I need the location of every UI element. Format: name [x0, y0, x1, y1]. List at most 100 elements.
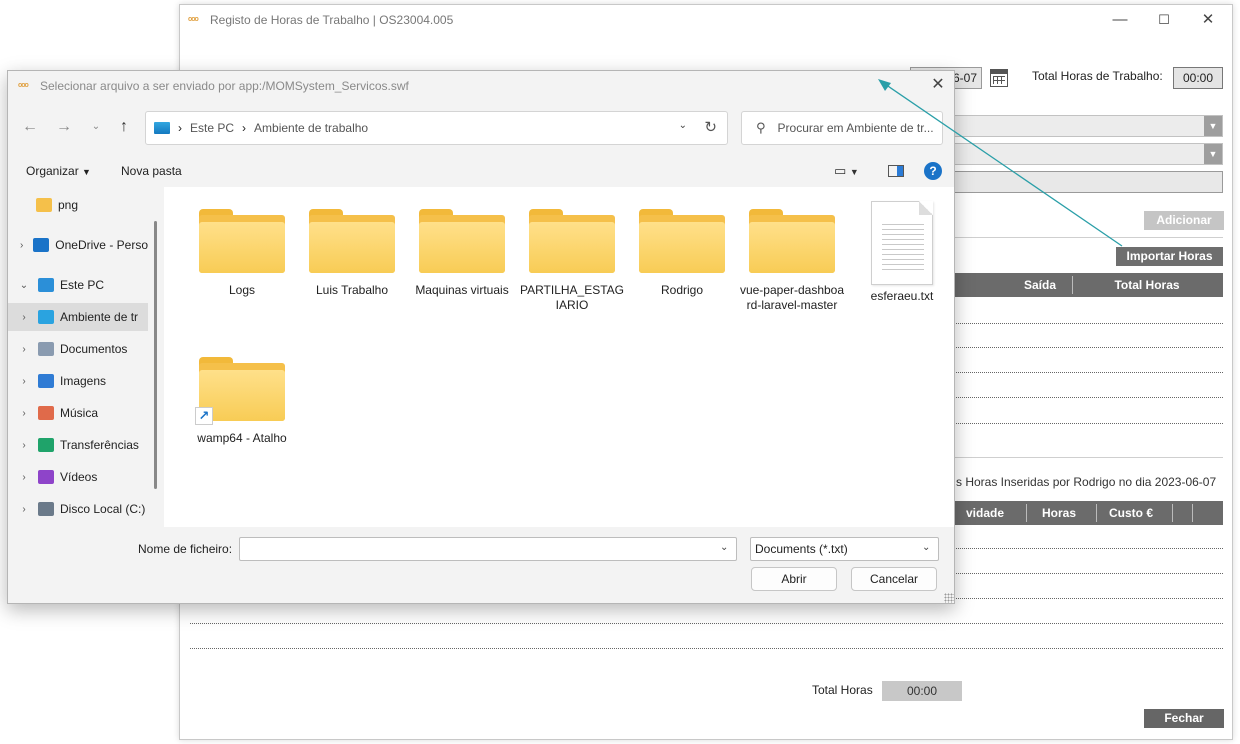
chevron-down-icon[interactable]: ⌄ — [720, 542, 728, 553]
chevron-right-icon[interactable]: › — [16, 312, 32, 323]
chevron-down-icon[interactable]: ▼ — [1204, 144, 1222, 164]
filename-input[interactable] — [239, 537, 737, 561]
nav-item-folder[interactable]: png — [8, 191, 148, 219]
chevron-right-icon[interactable]: › — [16, 504, 32, 515]
breadcrumb-chevron-icon[interactable]: › — [178, 121, 182, 135]
forward-arrow-icon[interactable]: → — [54, 117, 74, 137]
navigation-pane: png › OneDrive - Perso ⌄ Este PC › Ambiente de… — [8, 187, 156, 527]
back-arrow-icon[interactable]: ← — [20, 117, 40, 137]
breadcrumb-ambiente-de-trabalho[interactable]: Ambiente de trabalho — [254, 121, 368, 135]
chevron-down-icon[interactable]: ⌄ — [679, 120, 687, 131]
select-dropdown-2[interactable]: ▼ — [950, 143, 1223, 165]
cloud-icon — [33, 238, 50, 252]
text-field[interactable] — [950, 171, 1223, 193]
drive-icon — [38, 502, 54, 516]
chevron-down-icon[interactable]: ▼ — [1204, 116, 1222, 136]
cancelar-button[interactable]: Cancelar — [851, 567, 937, 591]
file-item-text[interactable]: esferaeu.txt — [849, 201, 954, 304]
chevron-right-icon[interactable]: › — [16, 344, 32, 355]
file-name: Logs — [228, 283, 256, 297]
nav-item-desktop[interactable]: › Ambiente de tr — [8, 303, 148, 331]
help-icon[interactable]: ? — [924, 162, 942, 180]
dialog-toolbar: Organizar ▼ Nova pasta ▭ ▼ ? — [8, 157, 954, 187]
nav-item-image[interactable]: › Imagens — [8, 367, 148, 395]
minimize-button[interactable]: — — [1110, 11, 1130, 29]
maximize-button[interactable]: ☐ — [1154, 11, 1174, 29]
column-header-total-horas: Total Horas — [1114, 278, 1180, 292]
file-item-folder[interactable]: Logs — [189, 205, 295, 298]
nav-item-music[interactable]: › Música — [8, 399, 148, 427]
folder-icon — [36, 198, 52, 212]
close-button[interactable]: ✕ — [1198, 11, 1218, 29]
pc-icon — [154, 122, 170, 134]
fechar-button[interactable]: Fechar — [1144, 709, 1224, 728]
nav-item-label: png — [58, 198, 79, 212]
file-item-folder[interactable]: Rodrigo — [629, 205, 735, 298]
file-name: Luis Trabalho — [315, 283, 389, 297]
nav-item-download[interactable]: › Transferências — [8, 431, 148, 459]
total-horas-value: 00:00 — [882, 681, 962, 701]
preview-pane-icon[interactable] — [888, 165, 904, 177]
folder-icon — [529, 205, 615, 273]
view-options-button[interactable]: ▭ ▼ — [834, 163, 859, 179]
dialog-close-button[interactable]: ✕ — [928, 75, 948, 95]
column-header-atividade: vidade — [965, 506, 1004, 520]
chevron-right-icon[interactable]: › — [16, 440, 32, 451]
caret-down-icon: ▼ — [849, 167, 859, 177]
cost-table-header: vidade Horas Custo € — [950, 501, 1223, 525]
inserted-hours-info: s Horas Inseridas por Rodrigo no dia 202… — [956, 475, 1217, 489]
monitor-icon — [38, 278, 54, 292]
organizar-menu-button[interactable]: Organizar ▼ — [26, 164, 91, 178]
main-window-title: Registo de Horas de Trabalho | OS23004.0… — [210, 13, 454, 27]
nav-item-label: Vídeos — [60, 470, 98, 484]
nav-item-document[interactable]: › Documentos — [8, 335, 148, 363]
file-name: PARTILHA_ESTAGIARIO — [519, 283, 625, 312]
resize-grip-icon[interactable] — [944, 593, 954, 603]
nav-item-label: Imagens — [60, 374, 107, 388]
chevron-right-icon[interactable]: › — [16, 240, 27, 251]
select-dropdown-1[interactable]: ▼ — [950, 115, 1223, 137]
nova-pasta-button[interactable]: Nova pasta — [121, 164, 182, 178]
folder-shortcut-icon: ↗ — [195, 353, 285, 425]
nav-item-video[interactable]: › Vídeos — [8, 463, 148, 491]
folder-icon — [749, 205, 835, 273]
file-item-shortcut[interactable]: ↗ wamp64 - Atalho — [189, 353, 295, 446]
app-logo-icon: ooo — [18, 82, 29, 89]
chevron-right-icon[interactable]: › — [16, 376, 32, 387]
dialog-title-bar: ooo Selecionar arquivo a ser enviado por… — [18, 79, 409, 93]
nav-item-label: Transferências — [60, 438, 139, 452]
file-open-dialog: ooo Selecionar arquivo a ser enviado por… — [7, 70, 955, 604]
file-item-folder[interactable]: Maquinas virtuais — [409, 205, 515, 298]
file-item-folder[interactable]: PARTILHA_ESTAGIARIO — [519, 205, 625, 313]
breadcrumb-este-pc[interactable]: Este PC — [190, 121, 234, 135]
file-item-folder[interactable]: Luis Trabalho — [299, 205, 405, 298]
up-arrow-icon[interactable]: ↑ — [114, 117, 134, 137]
filetype-select[interactable]: Documents (*.txt) — [750, 537, 939, 561]
calendar-icon[interactable] — [990, 69, 1008, 87]
navigation-scrollbar[interactable] — [154, 221, 157, 489]
chevron-right-icon[interactable]: › — [16, 408, 32, 419]
nav-item-drive[interactable]: › Disco Local (C:) — [8, 495, 148, 523]
filename-label: Nome de ficheiro: — [138, 542, 233, 556]
breadcrumb-chevron-icon[interactable]: › — [242, 121, 246, 135]
adicionar-button[interactable]: Adicionar — [1144, 211, 1224, 230]
chevron-down-icon[interactable]: ⌄ — [922, 542, 930, 553]
address-bar[interactable]: › Este PC › Ambiente de trabalho ⌄ ↻ — [145, 111, 728, 145]
search-box[interactable]: ⚲ Procurar em Ambiente de tr... — [741, 111, 943, 145]
nav-item-label: Este PC — [60, 278, 105, 292]
refresh-icon[interactable]: ↻ — [704, 118, 717, 136]
folder-icon — [639, 205, 725, 273]
recent-locations-chevron-icon[interactable]: ⌄ — [86, 117, 106, 137]
nav-item-label: Ambiente de tr — [60, 310, 139, 324]
app-logo-icon: ooo — [188, 16, 199, 23]
chevron-right-icon[interactable]: › — [16, 472, 32, 483]
nav-item-label: Disco Local (C:) — [60, 502, 146, 516]
column-header-horas: Horas — [1041, 506, 1076, 520]
abrir-button[interactable]: Abrir — [751, 567, 837, 591]
chevron-down-icon[interactable]: ⌄ — [16, 280, 32, 291]
nav-item-cloud[interactable]: › OneDrive - Perso — [8, 231, 148, 259]
nav-item-monitor[interactable]: ⌄ Este PC — [8, 271, 148, 299]
file-item-folder[interactable]: vue-paper-dashboard-laravel-master — [739, 205, 845, 313]
importar-horas-button[interactable]: Importar Horas — [1116, 247, 1223, 266]
table-row — [190, 623, 1223, 624]
